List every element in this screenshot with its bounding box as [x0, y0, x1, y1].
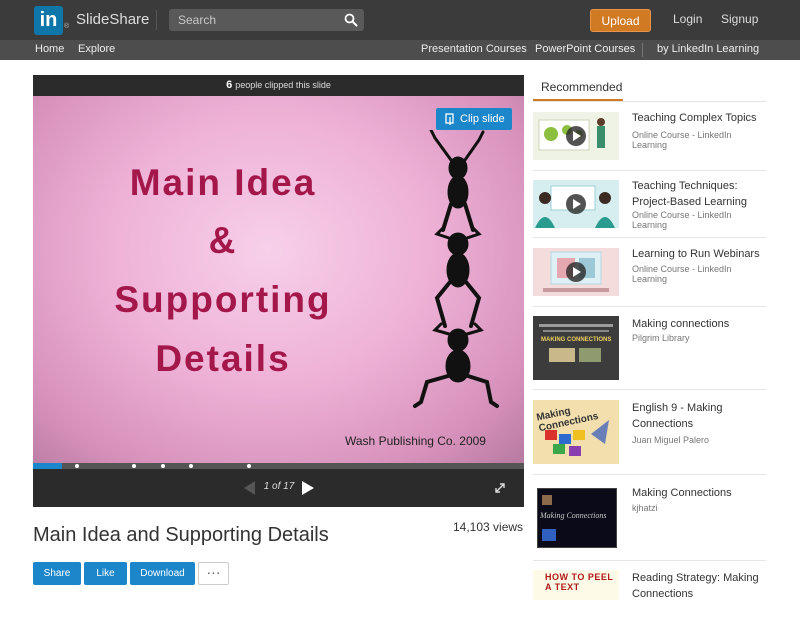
recommended-title[interactable]: English 9 - Making Connections	[632, 400, 766, 432]
nav-bar: Home Explore Presentation Courses PowerP…	[0, 40, 800, 60]
slide-thumbnail-illustration	[539, 324, 613, 362]
slide-player: 6 people clipped this slide Main Idea & S…	[33, 75, 524, 507]
tab-underline	[533, 101, 766, 102]
next-slide-icon[interactable]	[301, 480, 315, 496]
progress-marker[interactable]	[161, 464, 165, 468]
signup-link[interactable]: Signup	[721, 12, 758, 26]
recommended-subtitle: Online Course - LinkedIn Learning	[632, 130, 732, 150]
divider	[533, 560, 766, 561]
nav-powerpoint-courses[interactable]: PowerPoint Courses	[535, 43, 635, 55]
more-options-button[interactable]: ···	[198, 562, 229, 585]
play-icon[interactable]	[566, 126, 586, 146]
slide-title-line2: &	[208, 220, 238, 261]
recommended-subtitle: Online Course - LinkedIn Learning	[632, 264, 732, 284]
recommended-subtitle: kjhatzi	[632, 503, 658, 513]
recommended-thumbnail[interactable]: Making Connections	[533, 485, 619, 549]
recommended-subtitle: Online Course - LinkedIn Learning	[632, 210, 732, 230]
previous-slide-icon[interactable]	[243, 480, 256, 496]
recommended-item[interactable]: HOW TO PEEL A TEXT Reading Strategy: Mak…	[533, 570, 766, 640]
recommended-title[interactable]: Reading Strategy: Making Connections	[632, 570, 766, 602]
clip-count-number: 6	[226, 79, 233, 91]
clip-slide-button[interactable]: Clip slide	[436, 108, 512, 130]
search-box	[169, 9, 364, 31]
recommended-thumbnail[interactable]: Making Connections	[533, 400, 619, 464]
like-button[interactable]: Like	[84, 562, 127, 585]
recommended-title[interactable]: Teaching Techniques: Project-Based Learn…	[632, 178, 766, 210]
divider	[533, 306, 766, 307]
recommended-title[interactable]: Making Connections	[632, 485, 766, 501]
divider	[533, 237, 766, 238]
recommended-title[interactable]: Learning to Run Webinars	[632, 246, 766, 262]
recommended-thumbnail[interactable]	[533, 112, 619, 160]
thumbnail-text: MAKING CONNECTIONS	[541, 337, 612, 343]
login-link[interactable]: Login	[673, 12, 702, 26]
progress-marker[interactable]	[189, 464, 193, 468]
download-button[interactable]: Download	[130, 562, 195, 585]
recommended-thumbnail[interactable]	[533, 180, 619, 228]
recommended-item[interactable]: Making Connections English 9 - Making Co…	[533, 400, 766, 470]
recommended-item[interactable]: MAKING CONNECTIONS Making connections Pi…	[533, 316, 766, 386]
share-button[interactable]: Share	[33, 562, 81, 585]
nav-divider	[642, 43, 643, 57]
player-controls: 1 of 17	[33, 469, 524, 507]
linkedin-logo[interactable]: in	[34, 6, 63, 35]
view-count: 14,103 views	[453, 520, 524, 534]
play-icon[interactable]	[566, 194, 586, 214]
progress-marker[interactable]	[75, 464, 79, 468]
recommended-thumbnail[interactable]	[533, 248, 619, 296]
recommended-item[interactable]: Teaching Complex Topics Online Course - …	[533, 112, 766, 182]
slide-title-line1: Main Idea	[129, 162, 317, 203]
recommended-title[interactable]: Teaching Complex Topics	[632, 110, 766, 126]
search-icon[interactable]	[344, 13, 358, 27]
registered-mark: ®	[64, 23, 70, 30]
tab-recommended[interactable]: Recommended	[533, 76, 623, 101]
recommended-subtitle: Juan Miguel Palero	[632, 435, 710, 445]
divider	[533, 474, 766, 475]
recommended-subtitle: Pilgrim Library	[632, 333, 690, 343]
top-bar: in ® SlideShare Upload Login Signup	[0, 0, 800, 40]
recommended-item[interactable]: Making Connections Making Connections kj…	[533, 485, 766, 555]
progress-marker[interactable]	[247, 464, 251, 468]
recommended-thumbnail[interactable]: MAKING CONNECTIONS	[533, 316, 619, 380]
recommended-title[interactable]: Making connections	[632, 316, 766, 332]
page-indicator: 1 of 17	[263, 481, 295, 492]
nav-by-linkedin-learning[interactable]: by LinkedIn Learning	[657, 43, 759, 55]
nav-home[interactable]: Home	[35, 43, 64, 55]
slide-thumbnail-illustration	[542, 495, 556, 541]
slide-image[interactable]: Main Idea & Supporting Details Wash Publ…	[33, 96, 524, 463]
brand-name[interactable]: SlideShare	[76, 11, 149, 28]
clip-count-text: people clipped this slide	[235, 80, 331, 90]
recommended-thumbnail[interactable]: HOW TO PEEL A TEXT	[533, 570, 619, 600]
slide-title-line4: Details	[155, 338, 291, 379]
presentation-title: Main Idea and Supporting Details	[33, 524, 329, 546]
thumbnail-frame: Making Connections	[537, 488, 617, 548]
progress-marker[interactable]	[132, 464, 136, 468]
thumbnail-text: HOW TO PEEL A TEXT	[545, 572, 614, 592]
recommended-item[interactable]: Teaching Techniques: Project-Based Learn…	[533, 180, 766, 250]
fullscreen-icon[interactable]	[494, 482, 506, 494]
divider	[533, 170, 766, 171]
stacked-figures-illustration	[413, 130, 499, 408]
search-input[interactable]	[169, 9, 334, 31]
nav-presentation-courses[interactable]: Presentation Courses	[421, 43, 527, 55]
slide-title-line3: Supporting	[114, 279, 332, 320]
clip-icon	[445, 113, 454, 125]
nav-explore[interactable]: Explore	[78, 43, 115, 55]
play-icon[interactable]	[566, 262, 586, 282]
clip-slide-label: Clip slide	[460, 113, 505, 125]
slide-footer-text: Wash Publishing Co. 2009	[345, 434, 486, 448]
upload-button[interactable]: Upload	[590, 9, 651, 32]
divider	[533, 389, 766, 390]
header-divider	[156, 10, 157, 30]
clip-count-bar: 6 people clipped this slide	[33, 75, 524, 96]
recommended-item[interactable]: Learning to Run Webinars Online Course -…	[533, 248, 766, 318]
